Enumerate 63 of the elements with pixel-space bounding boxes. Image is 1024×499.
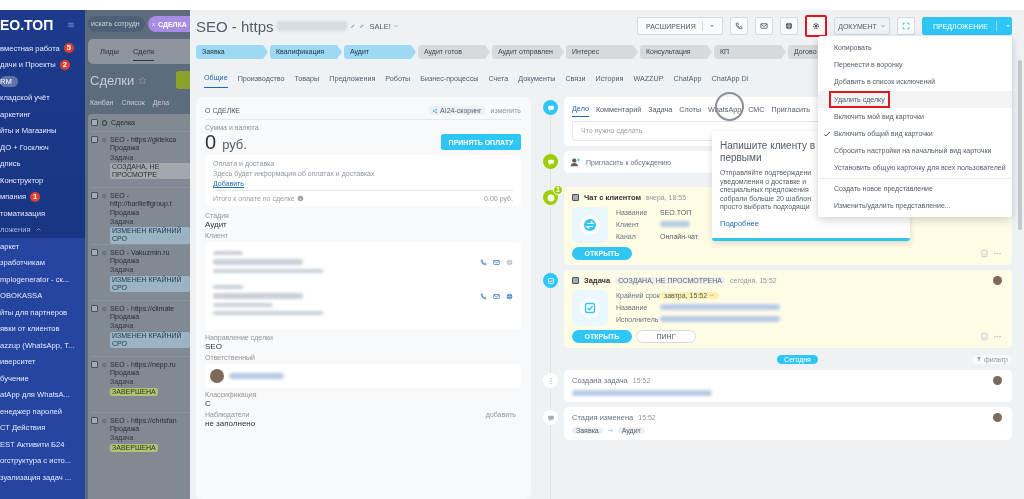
avatar	[993, 276, 1002, 285]
caret-icon	[709, 292, 716, 298]
phone-icon	[735, 22, 743, 30]
note-icon[interactable]	[980, 332, 989, 341]
checkbox[interactable]	[91, 192, 98, 199]
phone-icon[interactable]	[480, 293, 487, 300]
checkbox[interactable]	[91, 119, 98, 126]
mail-icon[interactable]	[493, 259, 500, 266]
messenger-button[interactable]	[780, 17, 798, 35]
field-value: С	[205, 399, 212, 408]
caret-icon	[392, 23, 399, 29]
checkbox[interactable]	[91, 136, 98, 143]
page-title: Сделки	[90, 72, 135, 88]
menu-icon[interactable]	[67, 21, 76, 29]
arrow-icon	[606, 427, 614, 434]
scoring-icon	[432, 107, 439, 114]
email-button[interactable]	[755, 17, 773, 35]
phone-icon[interactable]	[480, 259, 487, 266]
checkmark-icon	[823, 129, 831, 138]
checkbox[interactable]	[91, 360, 98, 368]
redacted-text	[660, 221, 690, 227]
mail-icon	[760, 22, 768, 30]
field-value: Аудит	[205, 220, 228, 229]
currency-label: руб.	[222, 137, 247, 152]
caret-icon	[708, 23, 715, 29]
add-person-icon	[570, 157, 580, 167]
fullscreen-button[interactable]	[897, 17, 915, 35]
tooltip-title: первыми	[720, 152, 762, 164]
redacted-text	[213, 251, 243, 255]
redacted-text	[213, 303, 273, 307]
tooltip-title: Напишите клиенту в	[720, 140, 815, 152]
redacted-text	[213, 285, 243, 289]
info-icon[interactable]	[296, 195, 304, 202]
globe-icon[interactable]	[506, 293, 513, 300]
settings-button[interactable]	[805, 15, 827, 37]
expand-icon	[902, 22, 910, 30]
field-value: SEO	[205, 342, 223, 351]
checkbox[interactable]	[91, 416, 98, 424]
checkbox[interactable]	[572, 277, 579, 284]
checkbox[interactable]	[572, 194, 579, 201]
globe-icon[interactable]	[506, 259, 513, 266]
portal-logo[interactable]: ЕО.ТОП	[0, 17, 54, 33]
globe-icon	[785, 22, 793, 30]
checkbox[interactable]	[91, 248, 98, 256]
field-value: не заполнено	[205, 419, 257, 428]
deal-title: SEO - https	[196, 17, 274, 35]
star-icon[interactable]	[138, 75, 148, 85]
note-icon[interactable]	[980, 249, 989, 258]
amount-value: 0	[205, 131, 217, 153]
avatar	[993, 413, 1002, 422]
caret-icon	[879, 23, 886, 29]
close-icon	[151, 21, 156, 27]
caret-icon	[1004, 23, 1011, 29]
call-button[interactable]	[730, 17, 748, 35]
scrollbar[interactable]	[1018, 60, 1022, 230]
mail-icon[interactable]	[493, 293, 500, 300]
task-icon	[580, 298, 600, 318]
avatar	[210, 369, 224, 383]
checkbox[interactable]	[91, 304, 98, 312]
avatar	[993, 376, 1002, 385]
filter-icon	[976, 356, 983, 362]
redacted-text	[276, 21, 347, 31]
redacted-text	[229, 373, 284, 379]
